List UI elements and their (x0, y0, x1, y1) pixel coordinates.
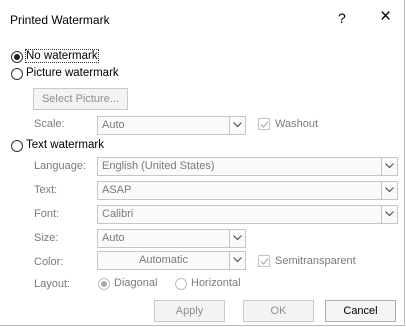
no-watermark-radio[interactable] (11, 51, 23, 63)
layout-diagonal-label: Diagonal (114, 277, 158, 289)
select-picture-button[interactable]: Select Picture... (33, 88, 128, 110)
text-watermark-label[interactable]: Text watermark (26, 139, 104, 151)
picture-watermark-radio[interactable] (11, 68, 23, 80)
size-dropdown[interactable]: Auto (97, 229, 246, 248)
no-watermark-label[interactable]: No watermark (25, 49, 99, 63)
color-label: Color: (34, 256, 64, 268)
semitransparent-label: Semitransparent (275, 255, 356, 267)
chevron-down-icon (229, 252, 245, 269)
color-value: Automatic (139, 254, 188, 266)
language-dropdown[interactable]: English (United States) (97, 157, 398, 176)
washout-checkbox[interactable] (258, 118, 270, 130)
washout-label: Washout (275, 118, 319, 130)
text-value: ASAP (102, 184, 132, 196)
chevron-down-icon (381, 206, 397, 223)
picture-watermark-label[interactable]: Picture watermark (26, 67, 119, 79)
dialog-title: Printed Watermark (10, 13, 110, 27)
scale-label: Scale: (34, 118, 65, 130)
checkmark-icon (260, 121, 269, 128)
text-watermark-radio[interactable] (11, 140, 23, 152)
font-label: Font: (34, 208, 60, 220)
help-button[interactable]: ? (338, 10, 346, 26)
layout-horizontal-radio[interactable] (175, 278, 187, 290)
chevron-down-icon (229, 117, 245, 134)
chevron-down-icon (229, 230, 245, 247)
font-dropdown[interactable]: Calibri (97, 205, 398, 224)
color-dropdown[interactable]: Automatic (97, 251, 246, 270)
layout-horizontal-label: Horizontal (191, 277, 241, 289)
close-button[interactable]: × (380, 6, 391, 28)
semitransparent-checkbox[interactable] (258, 255, 270, 267)
cancel-button[interactable]: Cancel (325, 300, 396, 322)
layout-label: Layout: (34, 278, 71, 290)
layout-diagonal-radio[interactable] (98, 278, 110, 290)
language-value: English (United States) (102, 160, 215, 172)
ok-button[interactable]: OK (243, 300, 314, 322)
text-label: Text: (34, 184, 58, 196)
font-value: Calibri (102, 208, 134, 220)
text-combobox[interactable]: ASAP (97, 181, 398, 200)
size-label: Size: (34, 232, 59, 244)
chevron-down-icon (381, 158, 397, 175)
checkmark-icon (260, 258, 269, 265)
scale-dropdown[interactable]: Auto (97, 116, 246, 135)
printed-watermark-dialog: Printed Watermark ? × No watermark Pictu… (0, 0, 405, 326)
apply-button[interactable]: Apply (154, 300, 225, 322)
language-label: Language: (34, 160, 86, 172)
chevron-down-icon (381, 182, 397, 199)
size-value: Auto (102, 232, 125, 244)
scale-value: Auto (102, 119, 125, 131)
